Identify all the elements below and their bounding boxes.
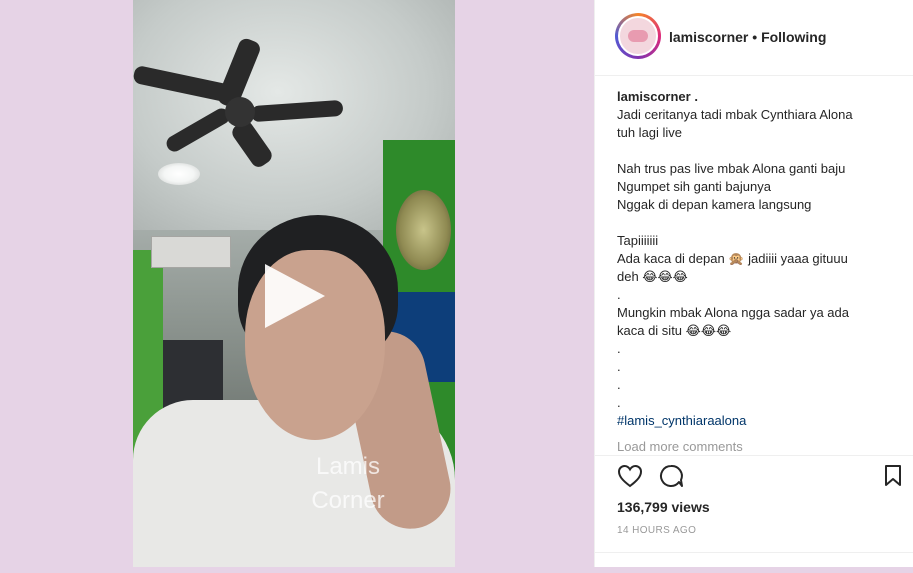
avatar[interactable] (615, 13, 661, 59)
air-conditioner (151, 236, 231, 268)
caption: lamiscorner . Jadi ceritanya tadi mbak C… (617, 88, 897, 430)
save-icon[interactable] (883, 464, 903, 493)
play-icon[interactable] (265, 264, 325, 328)
header-line: lamiscorner • Following (669, 29, 826, 45)
watermark-line: Lamis (315, 453, 381, 480)
ceiling-lamp (158, 163, 200, 185)
caption-hashtag[interactable]: #lamis_cynthiaraalona (617, 413, 746, 428)
load-more-comments[interactable]: Load more comments (617, 439, 743, 454)
watermark-line: Corner (311, 487, 385, 514)
comment-icon[interactable] (659, 464, 685, 493)
caption-text: Jadi ceritanya tadi mbak Cynthiara Alona… (617, 107, 853, 410)
fan-hub (225, 97, 255, 127)
avatar-logo-icon (628, 30, 648, 42)
view-count[interactable]: 136,799 views (617, 499, 710, 515)
following-button[interactable]: Following (761, 29, 826, 45)
post-actions: 136,799 views 14 HOURS AGO (595, 455, 913, 568)
add-comment-area[interactable] (595, 552, 913, 573)
post-timestamp[interactable]: 14 HOURS AGO (617, 525, 696, 536)
header-separator: • (752, 29, 758, 45)
wall-clock (396, 190, 451, 270)
heart-icon[interactable] (617, 464, 643, 493)
video-player[interactable]: Lamis Corner (133, 0, 455, 567)
caption-username[interactable]: lamiscorner . (617, 89, 698, 104)
post-header: lamiscorner • Following (595, 0, 913, 76)
avatar-image (618, 16, 658, 56)
video-watermark: Lamis Corner (283, 450, 413, 518)
header-username[interactable]: lamiscorner (669, 29, 748, 45)
post-side-panel: lamiscorner • Following lamiscorner . Ja… (595, 0, 913, 567)
